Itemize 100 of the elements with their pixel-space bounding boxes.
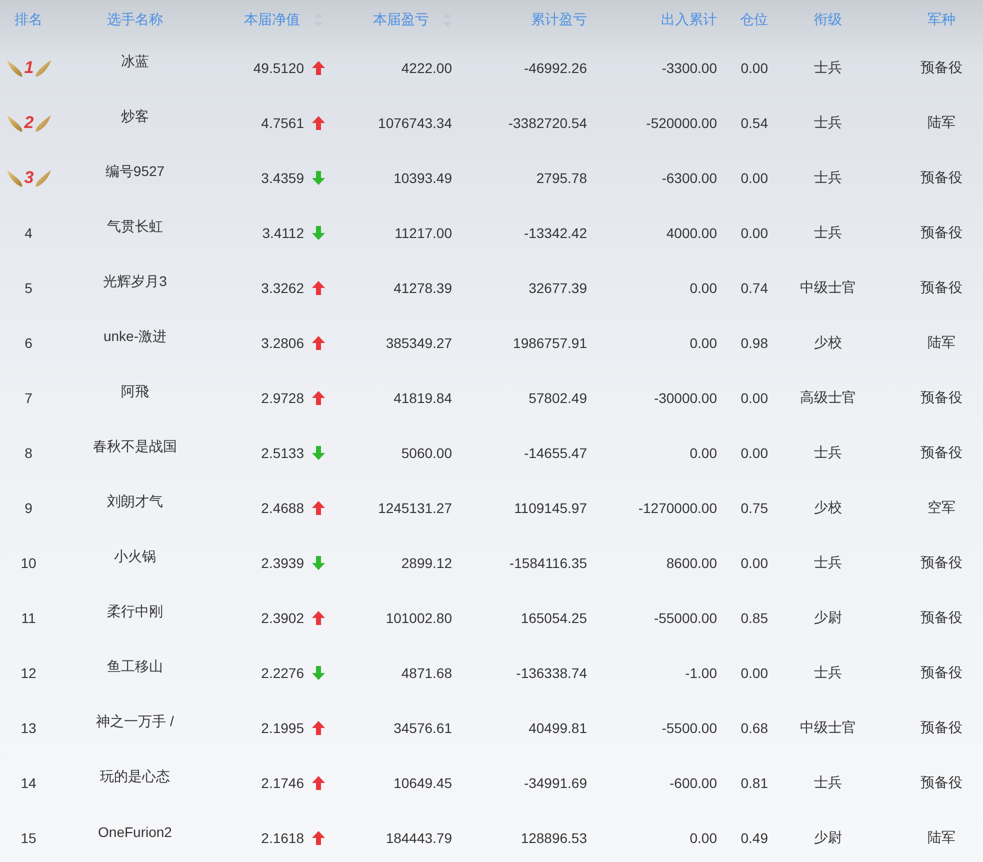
table-cell: 少校: [814, 334, 842, 352]
table-cell: 中级士官: [800, 718, 856, 736]
column-header: 选手名称: [107, 11, 163, 29]
sortable-column-header[interactable]: 本届盈亏: [373, 11, 452, 29]
player-name: OneFurion2: [98, 824, 172, 842]
rank-number: 6: [24, 334, 32, 350]
table-cell: 0.00: [740, 390, 768, 406]
table-cell: 0.00: [740, 554, 768, 570]
table-cell: 0.00: [690, 280, 717, 296]
column-header: 累计盈亏: [531, 11, 587, 29]
table-cell: -5500.00: [662, 720, 717, 736]
table-cell: -3300.00: [662, 60, 717, 76]
table-cell: 2.1618: [261, 830, 304, 846]
table-cell: 少校: [814, 498, 842, 516]
rank-number: 14: [20, 774, 36, 790]
table-cell: 预备役: [920, 774, 962, 792]
table-cell: 0.00: [690, 334, 717, 350]
table-cell: 2795.78: [536, 170, 587, 186]
table-cell: 预备役: [920, 278, 962, 296]
table-cell: 2.5133: [261, 444, 304, 460]
table-cell: 0.75: [740, 500, 768, 516]
table-cell: 少尉: [814, 828, 842, 846]
table-cell: 0.54: [740, 114, 768, 130]
table-cell: 陆军: [928, 828, 956, 846]
table-cell: 4222.00: [401, 60, 452, 76]
table-cell: -13342.42: [524, 224, 587, 240]
table-cell: 101002.80: [386, 610, 452, 626]
table-cell: 士兵: [814, 444, 842, 462]
rank-medal: 2: [6, 110, 52, 136]
table-cell: 1986757.91: [513, 334, 587, 350]
table-cell: 2.2276: [261, 664, 304, 680]
table-cell: 中级士官: [800, 278, 856, 296]
rank-number: 12: [20, 664, 36, 680]
player-name: 玩的是心态: [100, 768, 170, 786]
table-cell: 0.81: [740, 774, 768, 790]
table-cell: 0.49: [740, 830, 768, 846]
player-name: 气贯长虹: [107, 218, 163, 236]
table-cell: 41819.84: [394, 390, 452, 406]
table-cell: 预备役: [920, 608, 962, 626]
table-cell: -520000.00: [646, 114, 717, 130]
rank-number: 9: [24, 500, 32, 516]
table-cell: 49.5120: [253, 60, 304, 76]
rank-number: 8: [24, 444, 32, 460]
player-name: 炒客: [121, 108, 149, 126]
player-name: 小火锅: [114, 548, 156, 566]
table-cell: 0.00: [740, 444, 768, 460]
table-cell: 陆军: [928, 114, 956, 132]
table-cell: 预备役: [920, 664, 962, 682]
table-cell: 3.4359: [261, 170, 304, 186]
table-cell: -55000.00: [654, 610, 717, 626]
table-cell: -1270000.00: [638, 500, 717, 516]
table-cell: 2899.12: [401, 554, 452, 570]
table-cell: 385349.27: [386, 334, 452, 350]
rank-number: 5: [24, 280, 32, 296]
table-cell: 2.9728: [261, 390, 304, 406]
player-name: 刘朗才气: [107, 492, 163, 510]
player-name: 冰蓝: [121, 52, 149, 70]
table-cell: 士兵: [814, 58, 842, 76]
table-cell: 空军: [928, 498, 956, 516]
table-cell: 128896.53: [520, 830, 587, 846]
rank-number: 10: [20, 554, 36, 570]
table-cell: -46992.26: [524, 60, 587, 76]
player-name: 鱼工移山: [107, 658, 163, 676]
table-cell: 10649.45: [394, 774, 452, 790]
table-cell: 1245131.27: [378, 500, 452, 516]
table-cell: 预备役: [920, 168, 962, 186]
table-cell: 预备役: [920, 718, 962, 736]
player-name: 光辉岁月3: [103, 272, 167, 290]
table-cell: 士兵: [814, 664, 842, 682]
rank-number: 15: [20, 830, 36, 846]
table-cell: 5060.00: [401, 444, 452, 460]
table-cell: 士兵: [814, 774, 842, 792]
table-cell: 41278.39: [394, 280, 452, 296]
sortable-column-header[interactable]: 本届净值: [244, 11, 323, 29]
table-cell: 1109145.97: [514, 500, 587, 516]
table-cell: 预备役: [920, 58, 962, 76]
table-cell: -14655.47: [524, 444, 587, 460]
rank-medal: 3: [6, 164, 52, 190]
table-cell: -30000.00: [654, 390, 717, 406]
table-cell: 士兵: [814, 554, 842, 572]
column-header: 军种: [928, 11, 956, 29]
table-cell: 2.1995: [261, 720, 304, 736]
table-cell: 2.1746: [261, 774, 304, 790]
table-cell: 预备役: [920, 224, 962, 242]
rank-number: 13: [20, 720, 36, 736]
table-cell: 34576.61: [394, 720, 452, 736]
table-cell: 4.7561: [261, 114, 304, 130]
column-header: 仓位: [740, 11, 768, 29]
table-cell: -1584116.35: [509, 554, 587, 570]
rank-number: 7: [24, 390, 32, 406]
rank-medal: 1: [6, 54, 52, 80]
table-cell: 0.98: [740, 334, 768, 350]
table-cell: -3382720.54: [508, 114, 587, 130]
table-cell: 高级士官: [800, 388, 856, 406]
table-cell: -6300.00: [662, 170, 717, 186]
table-cell: 0.74: [740, 280, 768, 296]
player-name: 编号9527: [105, 162, 165, 180]
table-cell: 2.3902: [261, 610, 304, 626]
table-cell: 0.85: [740, 610, 768, 626]
table-cell: 0.00: [690, 830, 717, 846]
